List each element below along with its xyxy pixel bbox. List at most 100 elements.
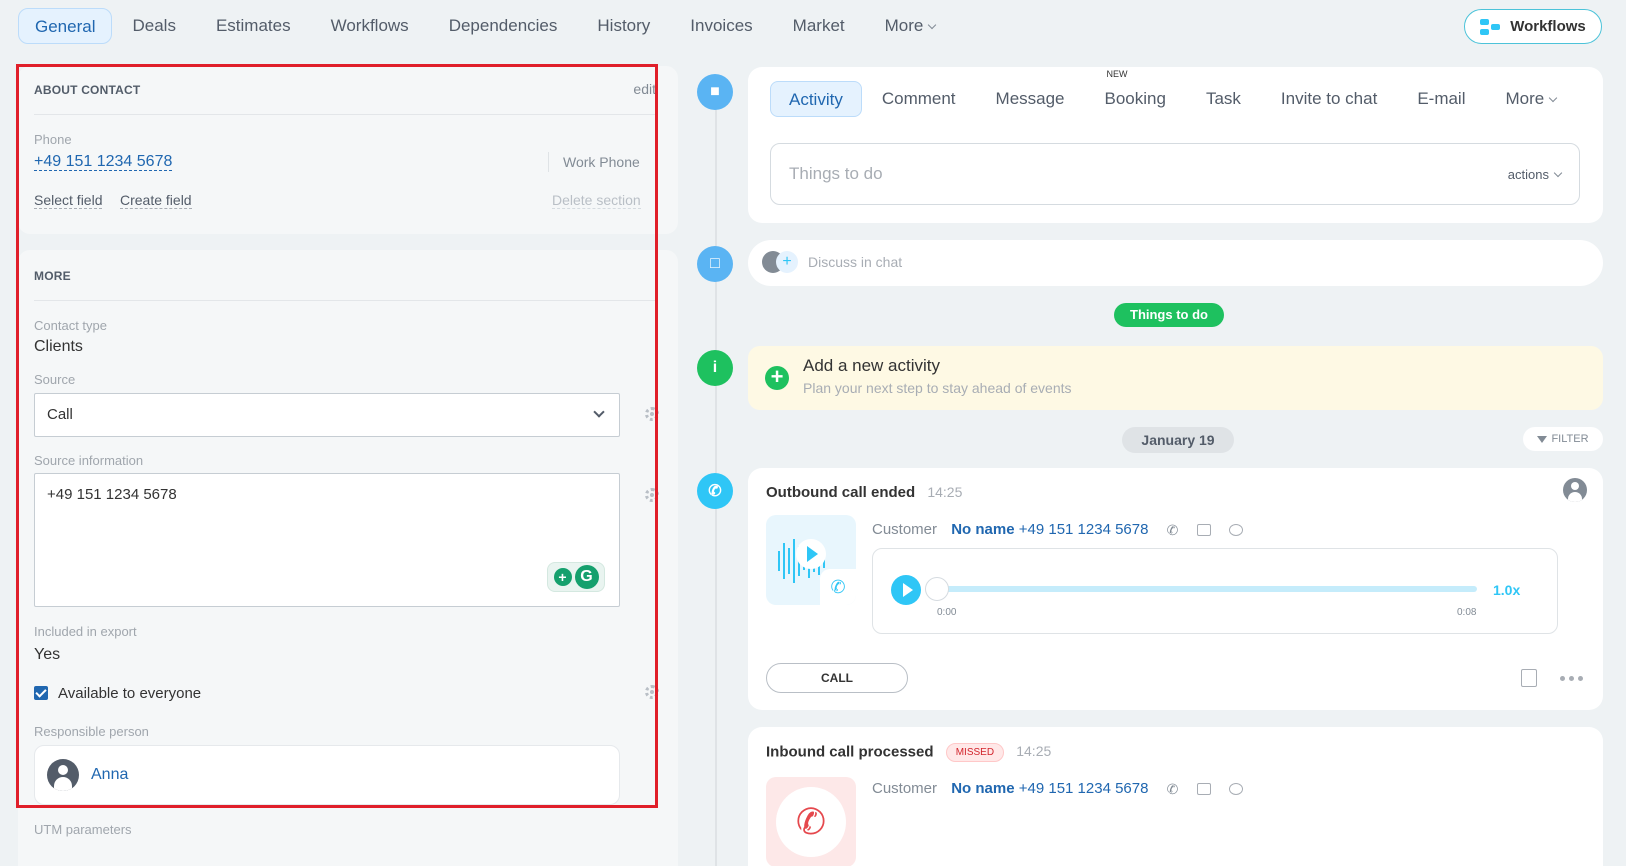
- delete-section-link[interactable]: Delete section: [552, 192, 641, 209]
- missed-call-thumbnail: ✆: [766, 777, 856, 866]
- audio-thumbnail[interactable]: ✆: [766, 515, 856, 605]
- tab-comment[interactable]: Comment: [862, 81, 976, 117]
- phone-icon: ✆: [697, 473, 733, 509]
- chevron-down-icon: [1553, 168, 1563, 177]
- tab-more[interactable]: More: [865, 8, 956, 44]
- missed-badge: MISSED: [945, 743, 1005, 762]
- tab-market[interactable]: Market: [773, 8, 865, 44]
- add-activity-card[interactable]: + Add a new activity Plan your next step…: [748, 346, 1603, 410]
- tab-message[interactable]: Message: [976, 81, 1085, 117]
- grammarly-widget[interactable]: + G: [547, 562, 605, 592]
- chevron-down-icon: [593, 406, 605, 418]
- lightbulb-icon: +: [553, 568, 572, 586]
- available-checkbox[interactable]: [34, 686, 48, 700]
- tab-invoices[interactable]: Invoices: [670, 8, 772, 44]
- chat-icon: □: [697, 246, 733, 282]
- call-button[interactable]: CALL: [766, 663, 908, 693]
- gear-icon[interactable]: [645, 685, 659, 699]
- user-icon[interactable]: [1563, 478, 1587, 502]
- mail-icon[interactable]: [1196, 783, 1211, 796]
- available-label: Available to everyone: [58, 685, 202, 702]
- select-field-link[interactable]: Select field: [34, 192, 103, 209]
- responsible-label: Responsible person: [34, 724, 149, 739]
- divider: [548, 152, 549, 172]
- date-pill: January 19: [1122, 427, 1234, 453]
- section-title: ABOUT CONTACT: [34, 83, 141, 97]
- tab-booking[interactable]: NEW Booking: [1085, 69, 1186, 117]
- responsible-name[interactable]: Anna: [91, 766, 128, 784]
- add-activity-title: Add a new activity: [803, 356, 941, 375]
- edit-link[interactable]: edit: [633, 81, 656, 97]
- tab-dependencies[interactable]: Dependencies: [429, 8, 578, 44]
- call-time: 14:25: [1016, 743, 1052, 760]
- create-field-link[interactable]: Create field: [120, 192, 192, 209]
- phone-type: Work Phone: [563, 154, 640, 170]
- customer-phone[interactable]: +49 151 1234 5678: [1019, 780, 1149, 797]
- tab-email[interactable]: E-mail: [1397, 81, 1485, 117]
- top-tabs: General Deals Estimates Workflows Depend…: [18, 8, 955, 44]
- play-button[interactable]: [891, 575, 921, 605]
- customer-label: Customer: [872, 521, 938, 538]
- add-activity-subtitle: Plan your next step to stay ahead of eve…: [803, 380, 1072, 396]
- phone-icon[interactable]: ✆: [1167, 522, 1179, 539]
- filter-button[interactable]: FILTER: [1523, 427, 1603, 451]
- chat-icon[interactable]: [1228, 524, 1243, 537]
- call-title: Outbound call ended: [766, 484, 916, 501]
- chevron-down-icon: [928, 20, 937, 30]
- grammarly-icon: G: [574, 565, 599, 589]
- workflows-button[interactable]: Workflows: [1464, 9, 1602, 44]
- gear-icon[interactable]: [645, 407, 659, 421]
- tab-more-label: More: [884, 16, 924, 35]
- gear-icon[interactable]: [645, 488, 659, 502]
- divider: [34, 300, 658, 301]
- phone-icon[interactable]: ✆: [1167, 781, 1179, 798]
- play-icon: [796, 539, 826, 569]
- time-end: 0:08: [1457, 607, 1477, 618]
- utm-label: UTM parameters: [34, 822, 132, 837]
- outbound-call-card: Outbound call ended 14:25 ✆ Customer No …: [748, 468, 1603, 710]
- chat-bubble-icon: ■: [697, 74, 733, 110]
- activity-composer: Activity Comment Message NEW Booking Tas…: [748, 67, 1603, 223]
- tab-history[interactable]: History: [577, 8, 670, 44]
- customer-phone[interactable]: +49 151 1234 5678: [1019, 521, 1149, 538]
- filter-icon: [1537, 435, 1548, 443]
- workflow-icon: [1480, 18, 1501, 35]
- tab-activity[interactable]: Activity: [770, 81, 862, 117]
- actions-label: actions: [1507, 166, 1549, 182]
- tab-task[interactable]: Task: [1186, 81, 1261, 117]
- call-time: 14:25: [927, 484, 963, 500]
- actions-dropdown[interactable]: actions: [1507, 166, 1563, 182]
- call-title: Inbound call processed: [766, 743, 934, 761]
- inbound-call-card: Inbound call processed MISSED 14:25 ✆ Cu…: [748, 727, 1603, 866]
- more-section: MORE Contact type Clients Source Call So…: [18, 250, 678, 866]
- export-label: Included in export: [34, 624, 137, 639]
- phone-link[interactable]: +49 151 1234 5678: [34, 153, 173, 171]
- tab-estimates[interactable]: Estimates: [196, 8, 311, 44]
- customer-name[interactable]: No name: [951, 521, 1014, 538]
- source-info-label: Source information: [34, 453, 144, 468]
- customer-name[interactable]: No name: [951, 780, 1014, 797]
- tab-invite-to-chat[interactable]: Invite to chat: [1261, 81, 1397, 117]
- source-select[interactable]: Call: [34, 393, 620, 437]
- tab-more[interactable]: More: [1485, 81, 1576, 117]
- source-info-textarea[interactable]: +49 151 1234 5678 + G: [34, 473, 620, 607]
- mail-icon[interactable]: [1196, 524, 1211, 537]
- seek-handle[interactable]: [925, 577, 949, 601]
- note-icon[interactable]: [1521, 669, 1537, 687]
- audio-track[interactable]: [937, 586, 1477, 592]
- chat-icon[interactable]: [1228, 783, 1243, 796]
- new-badge: NEW: [1106, 69, 1128, 79]
- filter-label: FILTER: [1551, 433, 1589, 445]
- tab-deals[interactable]: Deals: [112, 8, 195, 44]
- add-icon[interactable]: +: [776, 251, 798, 273]
- playback-speed[interactable]: 1.0x: [1493, 582, 1520, 598]
- discuss-chat-bar[interactable]: + Discuss in chat: [748, 240, 1603, 286]
- tab-general[interactable]: General: [18, 8, 113, 44]
- chevron-down-icon: [1548, 93, 1558, 103]
- tab-workflows[interactable]: Workflows: [311, 8, 429, 44]
- todo-input[interactable]: Things to do actions: [770, 143, 1580, 205]
- source-select-value: Call: [47, 406, 73, 423]
- todo-placeholder: Things to do: [789, 164, 883, 183]
- responsible-person[interactable]: Anna: [34, 745, 620, 805]
- more-options-icon[interactable]: [1560, 676, 1583, 681]
